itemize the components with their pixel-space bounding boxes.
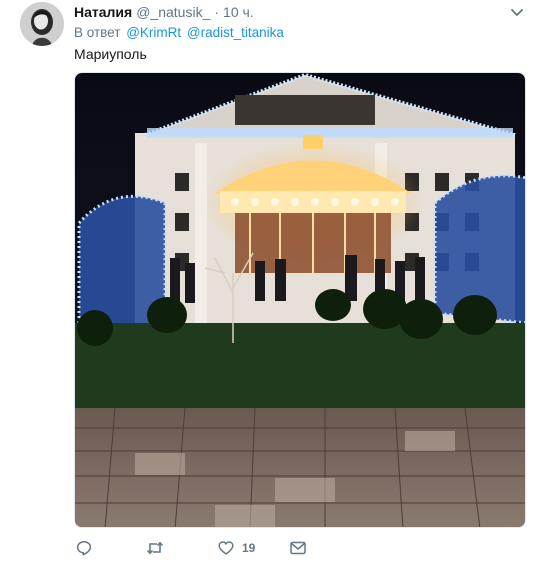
photo-illustration: [75, 73, 525, 527]
reply-icon: [76, 541, 92, 556]
tweet-text: Мариуполь: [74, 46, 147, 62]
tweet-header: Наталия @_natusik_ · 10 ч.: [74, 4, 254, 20]
envelope-icon: [290, 541, 306, 555]
reply-button[interactable]: [76, 538, 92, 558]
avatar-image: [20, 2, 64, 46]
reply-prefix: В ответ: [74, 25, 121, 40]
tweet-timestamp[interactable]: 10 ч.: [223, 4, 254, 20]
chevron-down-icon[interactable]: [510, 6, 524, 18]
reply-context: В ответ @KrimRt @radist_titanika: [74, 25, 284, 40]
like-button[interactable]: 19: [218, 538, 255, 558]
tweet-photo[interactable]: [74, 72, 526, 528]
direct-message-button[interactable]: [290, 538, 306, 558]
avatar[interactable]: [20, 2, 64, 46]
heart-icon: [218, 541, 234, 555]
author-name[interactable]: Наталия: [74, 4, 132, 20]
mention-link[interactable]: @radist_titanika: [187, 25, 284, 40]
tweet-actions: 19: [74, 538, 374, 560]
separator-dot: ·: [214, 4, 220, 20]
like-count: 19: [242, 541, 256, 555]
mention-link[interactable]: @KrimRt: [126, 25, 181, 40]
retweet-button[interactable]: [146, 538, 164, 558]
author-handle[interactable]: @_natusik_: [136, 4, 210, 20]
retweet-icon: [146, 541, 164, 555]
tweet: Наталия @_natusik_ · 10 ч. В ответ @Krim…: [0, 0, 557, 564]
